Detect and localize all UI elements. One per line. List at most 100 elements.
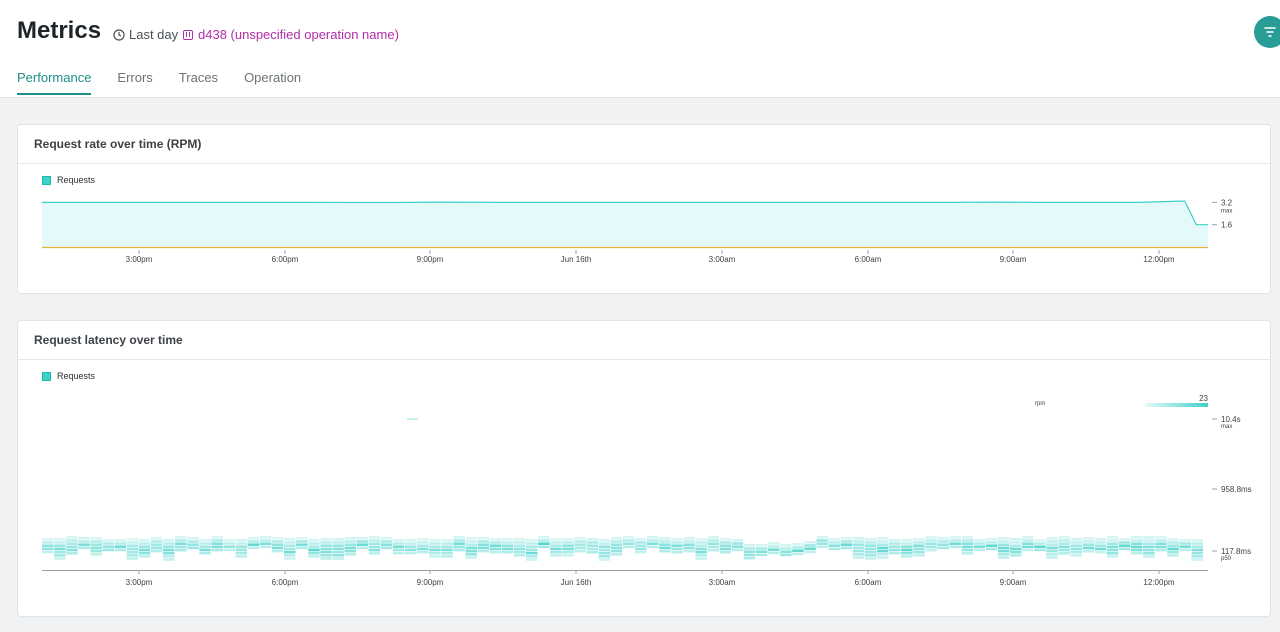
page-header: Metrics Last day d438 (unspecified opera… <box>0 0 1280 98</box>
heatmap-cell <box>901 555 913 558</box>
heatmap-cell <box>852 556 865 559</box>
heatmap-cell <box>647 545 659 549</box>
heatmap-cell <box>284 554 296 557</box>
x-tick-label: 3:00pm <box>126 578 153 587</box>
heatmap-cell <box>949 539 961 542</box>
heatmap-cell <box>441 542 453 545</box>
heatmap-cell <box>755 547 768 550</box>
heatmap-cell <box>175 539 187 542</box>
tab-performance[interactable]: Performance <box>17 70 92 95</box>
heatmap-cell <box>271 546 284 550</box>
heatmap-cell <box>913 544 925 547</box>
heatmap-cell <box>284 547 296 551</box>
heatmap-cell <box>683 546 695 550</box>
heatmap-cell <box>465 540 477 543</box>
heatmap-cell <box>1082 546 1095 550</box>
heatmap-cell <box>913 550 925 554</box>
heatmap-cell <box>937 540 949 543</box>
heatmap-cell <box>864 550 877 554</box>
heatmap-cell <box>332 554 344 557</box>
heatmap-cell <box>102 542 114 545</box>
heatmap-cell <box>997 543 1010 546</box>
heatmap-cell <box>804 550 816 554</box>
heatmap-cell <box>477 546 490 550</box>
y-tick-label: 3.2 <box>1221 198 1233 207</box>
filter-icon <box>1264 27 1276 37</box>
x-tick-label: 9:00am <box>1000 578 1027 587</box>
heatmap-cell <box>501 538 514 541</box>
heatmap-cell <box>477 549 490 553</box>
heatmap-cell <box>284 544 296 547</box>
heatmap-cell <box>973 542 986 545</box>
heatmap-cell <box>441 551 453 555</box>
heatmap-cell <box>1167 550 1179 554</box>
heatmap-cell <box>489 547 502 551</box>
heatmap-cell <box>175 545 187 549</box>
heatmap-cell <box>380 540 393 543</box>
heatmap-cell <box>1167 538 1179 541</box>
heatmap-cell <box>380 546 393 550</box>
x-tick-label: 6:00pm <box>272 578 299 587</box>
request-latency-chart: rpm 23 10.4smax 958.8ms 117.8msp50 3:00pm 6:00… <box>42 394 1252 587</box>
heatmap-cell <box>634 544 647 547</box>
heatmap-cell <box>659 540 671 543</box>
heatmap-cell <box>610 540 623 543</box>
heatmap-cell <box>1118 544 1131 547</box>
heatmap-cell <box>925 548 937 552</box>
filter-button[interactable] <box>1254 16 1280 48</box>
heatmap-cell <box>54 541 66 544</box>
heatmap-cell <box>707 542 719 545</box>
heatmap-cell <box>513 544 526 547</box>
heatmap-cell <box>864 538 877 541</box>
heatmap-cell <box>405 548 417 552</box>
tab-errors[interactable]: Errors <box>117 70 152 95</box>
heatmap-cell <box>1106 539 1119 542</box>
heatmap-cell <box>864 547 877 551</box>
heatmap-cell <box>997 546 1010 550</box>
time-range-label: Last day <box>129 27 179 42</box>
heatmap-cell <box>671 547 683 551</box>
x-tick-label: 6:00am <box>855 255 882 264</box>
heatmap-cell <box>610 553 623 556</box>
heatmap-cell <box>719 547 732 551</box>
heatmap-cell <box>876 553 889 556</box>
heatmap-cell <box>1179 548 1191 552</box>
heatmap-cell <box>598 545 611 548</box>
time-range-picker[interactable]: Last day <box>113 27 178 42</box>
heatmap-cell <box>150 537 163 540</box>
heatmap-cell <box>1131 545 1143 549</box>
heatmap-cell <box>852 549 865 553</box>
heatmap-cell <box>54 557 66 560</box>
heatmap-cell <box>271 543 284 546</box>
heatmap-cell <box>1131 552 1143 555</box>
tab-operation[interactable]: Operation <box>244 70 301 95</box>
heatmap-cell <box>90 549 102 553</box>
heatmap-cell <box>344 553 356 556</box>
heatmap-cell <box>659 543 671 546</box>
heatmap-cell <box>622 536 635 539</box>
heatmap-cell <box>308 555 320 558</box>
x-tick-label: 6:00pm <box>272 255 299 264</box>
heatmap-cell <box>961 536 974 539</box>
heatmap-cell <box>489 544 502 547</box>
heatmap-cell <box>66 548 78 552</box>
heatmap-cell <box>598 539 611 542</box>
heatmap-cell <box>42 547 54 551</box>
heatmap-cell <box>1191 542 1203 545</box>
operation-name-link[interactable]: d438 (unspecified operation name) <box>183 27 399 42</box>
heatmap-cell <box>320 541 332 544</box>
heatmap-cell <box>864 541 877 544</box>
heatmap-cell <box>1010 554 1022 557</box>
heatmap-cell <box>187 546 199 550</box>
heatmap-cell <box>1082 549 1095 553</box>
heatmap-cell <box>792 546 804 549</box>
heatmap-cell <box>695 538 707 541</box>
heatmap-cell <box>42 550 54 554</box>
heatmap-cell <box>659 549 671 553</box>
heatmap-cell <box>840 540 853 543</box>
heatmap-cell <box>247 543 260 546</box>
heatmap-cell <box>743 544 756 547</box>
density-legend-gradient <box>1145 403 1208 407</box>
tab-traces[interactable]: Traces <box>179 70 218 95</box>
heatmap-cell <box>513 554 526 557</box>
